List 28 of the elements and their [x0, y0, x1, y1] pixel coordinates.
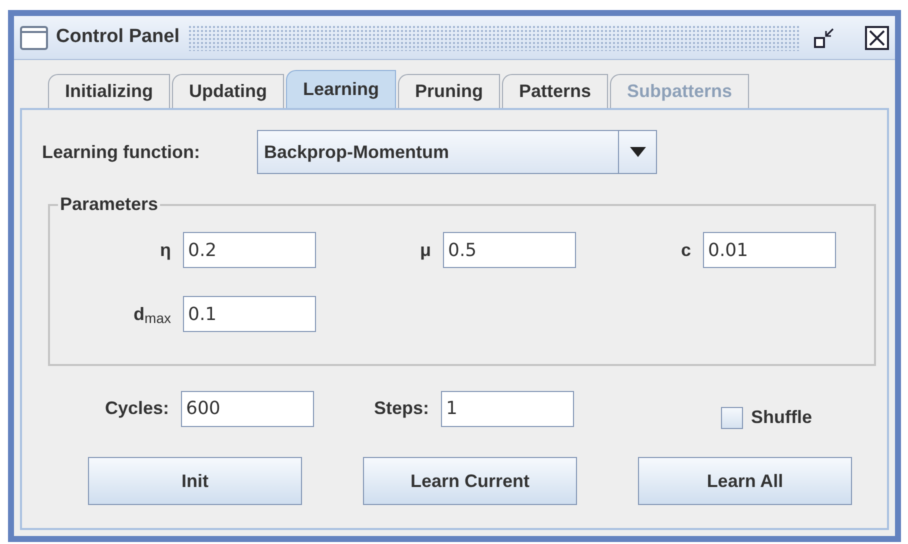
window-title: Control Panel — [56, 25, 180, 50]
close-icon[interactable] — [865, 26, 889, 50]
input-field[interactable]: 0.1 — [183, 296, 316, 332]
input-field[interactable]: 0.5 — [443, 232, 576, 268]
checkbox-label: Shuffle — [751, 406, 812, 429]
tab[interactable]: Updating — [172, 74, 284, 108]
learning-function-dropdown[interactable]: Backprop-Momentum — [257, 130, 657, 174]
field-label: c — [680, 238, 692, 262]
action-button[interactable]: Learn Current — [363, 457, 577, 505]
field-label: Cycles: — [104, 397, 170, 420]
input-field[interactable]: 0.2 — [183, 232, 316, 268]
field-label: Steps: — [372, 397, 430, 420]
shuffle-checkbox[interactable] — [721, 406, 743, 428]
field-label: η — [159, 238, 172, 262]
tab[interactable]: Initializing — [48, 74, 170, 108]
tab[interactable]: Learning — [286, 70, 396, 108]
tab[interactable]: Patterns — [502, 74, 608, 108]
window-icon — [20, 26, 48, 50]
input-field[interactable]: 1 — [441, 390, 574, 426]
tab[interactable]: Pruning — [398, 74, 500, 108]
field-label: d$_{max}$ — [132, 302, 172, 328]
field-label: Learning function: — [42, 140, 201, 164]
action-button[interactable]: Learn All — [638, 457, 852, 505]
input-field[interactable]: 600 — [181, 390, 314, 426]
input-field[interactable]: 0.01 — [703, 232, 836, 268]
caret-icon — [630, 147, 646, 157]
action-button[interactable]: Init — [88, 457, 302, 505]
field-label: μ — [418, 238, 432, 262]
